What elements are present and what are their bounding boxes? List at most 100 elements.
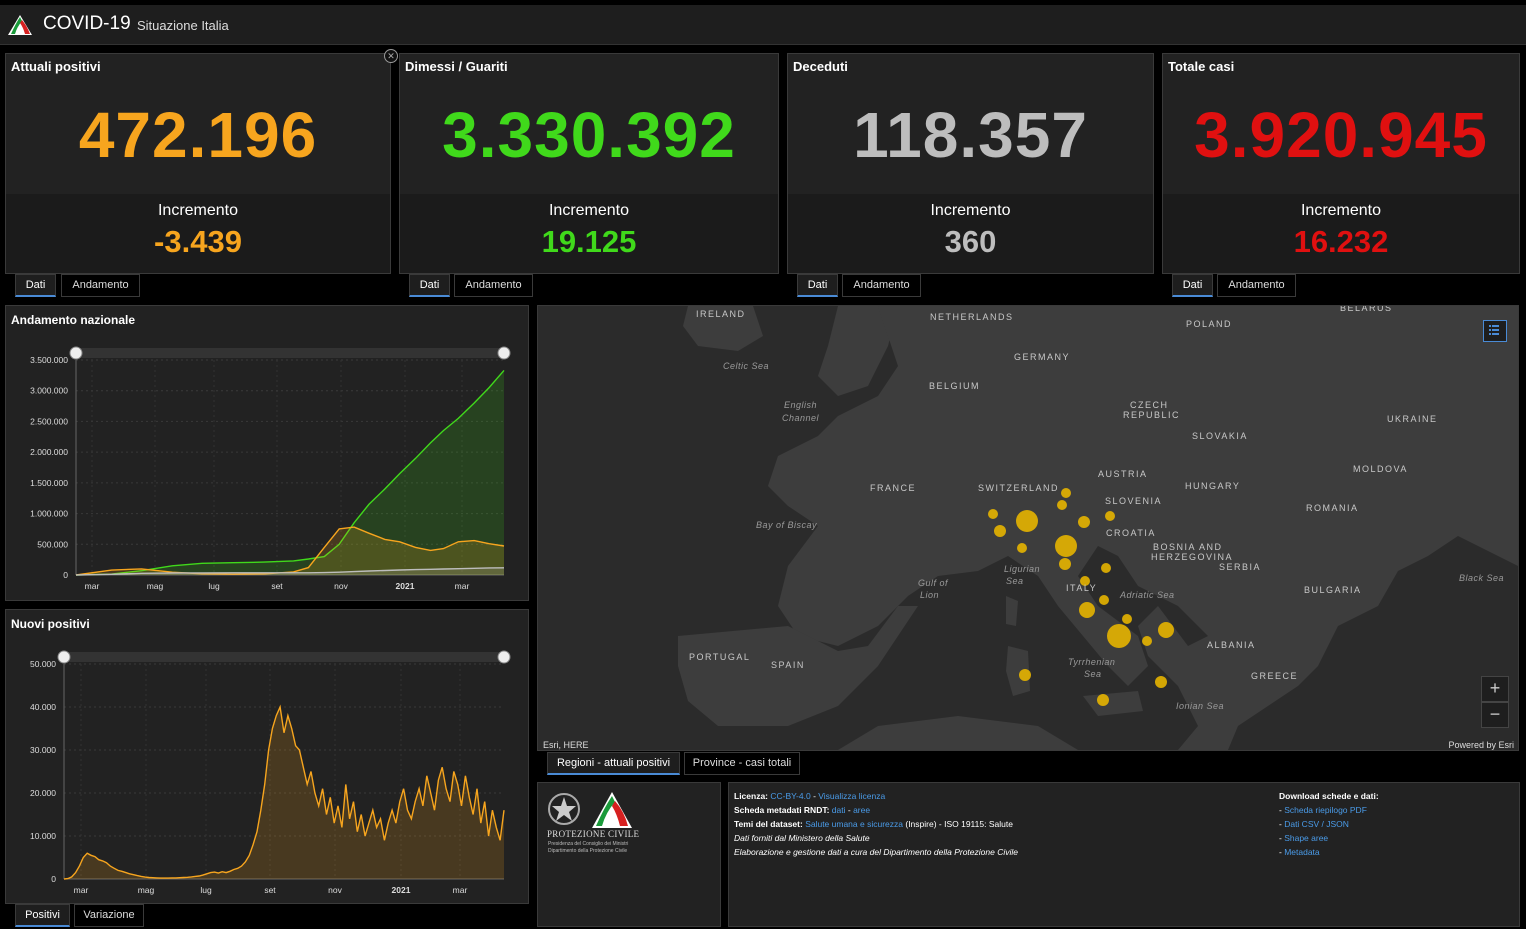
country-label: SLOVAKIA <box>1192 431 1248 441</box>
download-pdf-link[interactable]: Scheda riepilogo PDF <box>1284 805 1367 815</box>
tab-positivi[interactable]: Positivi <box>15 904 70 927</box>
tab-andamento[interactable]: Andamento <box>1217 274 1296 297</box>
country-label: BELARUS <box>1340 305 1393 313</box>
tab-dati[interactable]: Dati <box>409 274 450 297</box>
zoom-out-button[interactable]: − <box>1481 702 1509 728</box>
metadata-aree-link[interactable]: aree <box>853 805 870 815</box>
region-marker <box>994 525 1006 537</box>
stat-value: 118.357 <box>853 99 1088 171</box>
region-marker <box>1107 624 1131 648</box>
metadata-label: Scheda metadati RNDT: <box>734 805 830 815</box>
download-csv-link[interactable]: Dati CSV / JSON <box>1284 819 1349 829</box>
stat-increment-area: Incremento 19.125 <box>400 194 778 273</box>
range-slider-handle-right <box>497 650 511 664</box>
range-slider-track <box>64 652 504 662</box>
x-tick-label: mar <box>455 581 470 591</box>
processing-line: Elaborazione e gestione dati a cura del … <box>734 847 1018 857</box>
country-label: PORTUGAL <box>689 652 751 662</box>
country-label: NETHERLANDS <box>930 312 1014 322</box>
country-label: ALBANIA <box>1207 640 1256 650</box>
stat-panel-dimessi-guariti: Dimessi / Guariti 3.330.392 Incremento 1… <box>399 53 779 274</box>
y-tick-label: 30.000 <box>30 745 56 755</box>
country-label: IRELAND <box>696 309 746 319</box>
series-area-0 <box>76 370 504 575</box>
tab-dati[interactable]: Dati <box>1172 274 1213 297</box>
top-bar: COVID-19 Situazione Italia <box>0 5 1526 45</box>
x-tick-label: mar <box>453 885 468 895</box>
stat-panel-totale-casi: Totale casi 3.920.945 Incremento 16.232 <box>1162 53 1520 274</box>
tab-dati[interactable]: Dati <box>15 274 56 297</box>
country-label: SPAIN <box>771 660 805 670</box>
europe-basemap <box>678 306 1518 750</box>
y-tick-label: 50.000 <box>30 659 56 669</box>
x-tick-label: mag <box>138 885 155 895</box>
stat-value: 3.920.945 <box>1194 99 1488 171</box>
stat-panel-attuali-positivi: Attuali positivi 472.196 Incremento -3.4… <box>5 53 391 274</box>
download-shape-link[interactable]: Shape aree <box>1284 833 1328 843</box>
country-label: AUSTRIA <box>1098 469 1148 479</box>
license-label: Licenza: <box>734 791 769 801</box>
sea-label: Ligurian <box>1004 564 1041 574</box>
y-tick-label: 0 <box>63 570 68 580</box>
x-tick-label: 2021 <box>392 885 411 895</box>
themes-link[interactable]: Salute umana e sicurezza <box>805 819 903 829</box>
app-subtitle: Situazione Italia <box>137 18 229 33</box>
map-view[interactable]: IRELAND NETHERLANDS POLAND BELARUS GERMANY BE… <box>537 305 1519 751</box>
region-marker <box>1017 543 1027 553</box>
license-line: Licenza: CC-BY-4.0 - Visualizza licenza <box>734 789 1018 803</box>
repubblica-emblem-icon <box>548 793 580 825</box>
y-tick-label: 10.000 <box>30 831 56 841</box>
y-tick-label: 1.500.000 <box>30 478 68 488</box>
country-label: BULGARIA <box>1304 585 1362 595</box>
metadata-dati-link[interactable]: dati <box>832 805 846 815</box>
tab-andamento[interactable]: Andamento <box>454 274 533 297</box>
sea-label: Ionian Sea <box>1176 701 1225 711</box>
logo-subtitle-2: Dipartimento della Protezione Civile <box>548 848 628 854</box>
y-tick-label: 20.000 <box>30 788 56 798</box>
themes-rest: (Inspire) - ISO 19115: Salute <box>903 819 1013 829</box>
range-slider-track <box>76 348 504 358</box>
separator: - <box>845 805 854 815</box>
license-link[interactable]: CC-BY-4.0 <box>770 791 810 801</box>
download-metadata-link[interactable]: Metadata <box>1284 847 1319 857</box>
themes-line: Temi del dataset: Salute umana e sicurez… <box>734 817 1018 831</box>
region-marker <box>1078 516 1090 528</box>
stat-increment-area: Incremento 360 <box>788 194 1153 273</box>
sea-label: Adriatic Sea <box>1120 590 1175 600</box>
chart-panel-andamento-nazionale: Andamento nazionale 0 500.000 1.000.000 1.5… <box>5 305 529 601</box>
country-label: CROATIA <box>1106 528 1156 538</box>
stat-title: Totale casi <box>1168 59 1235 74</box>
download-item: - Metadata <box>1279 847 1320 857</box>
country-label: GREECE <box>1251 671 1299 681</box>
tab-andamento[interactable]: Andamento <box>61 274 140 297</box>
region-marker <box>1055 535 1077 557</box>
tab-variazione[interactable]: Variazione <box>74 904 144 927</box>
region-marker <box>1099 595 1109 605</box>
map-powered-by[interactable]: Powered by Esri <box>1448 740 1514 750</box>
country-label: BELGIUM <box>929 381 981 391</box>
tab-andamento[interactable]: Andamento <box>842 274 921 297</box>
country-label: GERMANY <box>1014 352 1071 362</box>
chart-panel-nuovi-positivi: Nuovi positivi 0 10.000 20.000 30.000 40.000… <box>5 609 529 904</box>
range-slider-handle-left <box>69 346 83 360</box>
x-tick-label: set <box>264 885 276 895</box>
region-marker <box>1158 622 1174 638</box>
y-tick-label: 3.000.000 <box>30 386 68 396</box>
andamento-nazionale-chart: 0 500.000 1.000.000 1.500.000 2.000.000 2.500… <box>30 346 511 591</box>
increment-value: 16.232 <box>1293 224 1389 259</box>
tab-province[interactable]: Province - casi totali <box>684 752 800 775</box>
view-license-link[interactable]: Visualizza licenza <box>818 791 885 801</box>
close-icon[interactable]: ✕ <box>384 49 398 63</box>
zoom-in-button[interactable]: + <box>1481 676 1509 702</box>
country-label: HUNGARY <box>1185 481 1241 491</box>
legend-button[interactable] <box>1483 320 1507 342</box>
country-label: ITALY <box>1066 583 1098 593</box>
metadata-line: Scheda metadati RNDT: dati - aree <box>734 803 1018 817</box>
region-marker <box>1105 511 1115 521</box>
increment-label: Incremento <box>1300 202 1382 219</box>
tab-dati[interactable]: Dati <box>797 274 838 297</box>
country-label: SWITZERLAND <box>978 483 1060 493</box>
tab-regioni[interactable]: Regioni - attuali positivi <box>547 752 680 775</box>
region-marker <box>1097 694 1109 706</box>
range-slider-handle-left <box>57 650 71 664</box>
